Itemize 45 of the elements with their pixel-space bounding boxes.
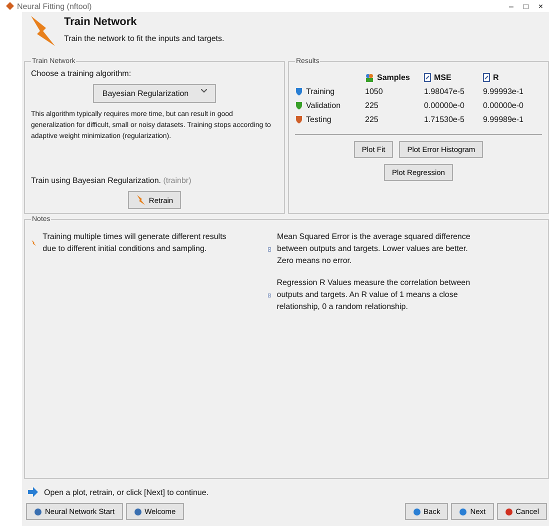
nav-icon (504, 508, 513, 516)
prompt-text: Choose a training algorithm: (31, 69, 132, 78)
chart-icon (268, 244, 272, 254)
people-icon (365, 73, 374, 82)
table-cell-text: 1050 (365, 87, 384, 96)
column-header: R (493, 73, 499, 82)
lightning-icon (136, 195, 146, 205)
column-header: MSE (434, 73, 452, 82)
row-label: Validation (306, 101, 341, 110)
table-cell-text: 9.99993e-1 (483, 87, 524, 96)
note-text: Regression R Values measure the correlation between outputs and targets. An R value of 1 means a close relationship, 0 a random relationship. (276, 277, 472, 313)
train-hint: (trainbr) (163, 176, 192, 185)
note-text: Training multiple times will generate different results due to different initial conditions and sampling. (42, 231, 228, 255)
table-cell-text: 225 (365, 101, 380, 110)
window-control[interactable]: – (509, 2, 514, 10)
nav-icon (459, 508, 468, 516)
note-text: Mean Squared Error is the average squared difference between outputs and targets. Lower values are better. Zero means no error. (277, 231, 472, 267)
lightning-icon (28, 16, 58, 46)
page-subtitle: Train the network to fit the inputs and targets. (64, 34, 224, 43)
nav-icon (412, 508, 421, 516)
chart-icon (424, 73, 431, 82)
train-label: Train using Bayesian Regularization. (31, 176, 161, 185)
table-cell-text: 0.00000e-0 (483, 101, 524, 110)
table-cell-text: 1.71530e-5 (424, 115, 466, 124)
caret-icon (200, 89, 207, 93)
algorithm-dropdown[interactable]: Bayesian Regularization (93, 84, 216, 103)
table-cell-text: 9.99989e-1 (483, 115, 524, 124)
nav-icon (34, 508, 42, 516)
table-cell-text: 1.98047e-5 (424, 87, 466, 96)
window-control[interactable]: □ (523, 2, 528, 10)
nav-icon (134, 508, 142, 516)
window-title: Neural Fitting (nftool) (17, 2, 92, 10)
app-icon (6, 2, 14, 10)
row-label: Training (306, 87, 335, 96)
table-cell-text: 225 (365, 115, 380, 124)
window-control[interactable]: × (538, 2, 543, 10)
lightning-icon (31, 238, 37, 248)
table-cell-text: 0.00000e-0 (424, 101, 466, 110)
chart-icon (483, 73, 490, 82)
chart-icon (268, 290, 271, 300)
arrow-icon (28, 487, 38, 497)
row-label: Testing (306, 115, 332, 124)
page-title: Train Network (64, 16, 138, 28)
column-header: Samples (377, 73, 410, 82)
status-text: Open a plot, retrain, or click [Next] to continue. (44, 488, 209, 496)
